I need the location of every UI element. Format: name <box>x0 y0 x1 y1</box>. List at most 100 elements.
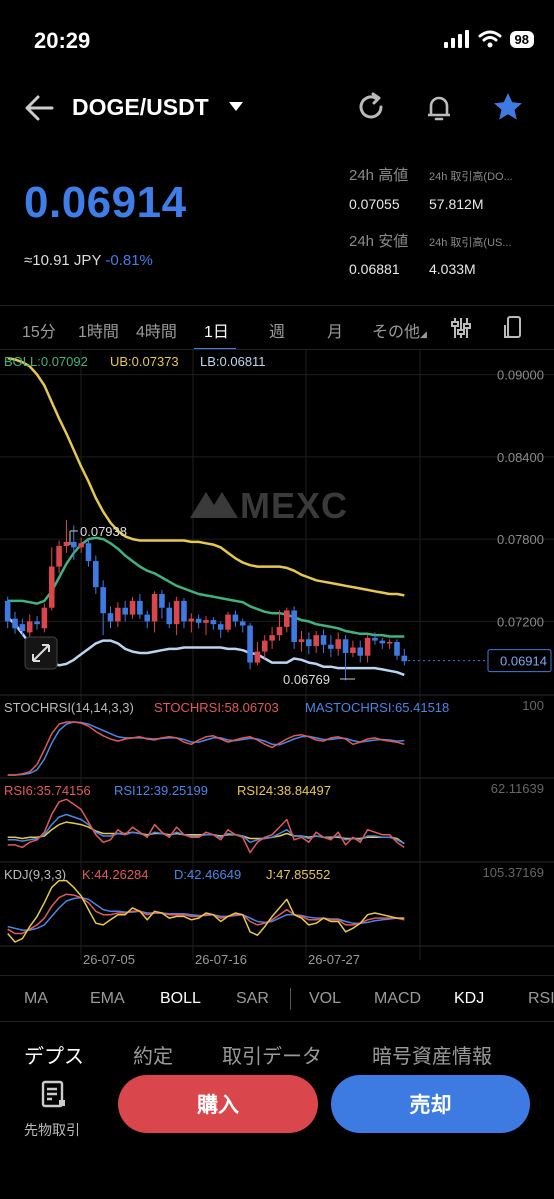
settings-sliders-icon[interactable] <box>450 316 472 340</box>
tab-trades[interactable]: 約定 <box>133 1040 173 1069</box>
candle-body <box>401 655 408 662</box>
candle-body <box>195 618 202 623</box>
buy-button[interactable]: 購入 <box>118 1075 318 1133</box>
candle-body <box>328 644 334 649</box>
sell-button[interactable]: 売却 <box>331 1075 530 1133</box>
candle-body <box>372 637 378 641</box>
kdj-params-label: KDJ(9,3,3) <box>4 867 66 882</box>
candle-body <box>261 640 268 652</box>
interval-more[interactable]: その他◢ <box>372 318 427 342</box>
price-change: -0.81% <box>105 252 153 269</box>
max-price-marker: 0.07938 <box>80 524 127 539</box>
candle-body <box>313 635 319 647</box>
candle-body <box>225 614 231 630</box>
status-bar: 20:29 98 <box>0 0 554 80</box>
indicator-macd[interactable]: MACD <box>374 990 421 1008</box>
last-price: 0.06914 <box>24 178 187 227</box>
candle-body <box>203 620 209 623</box>
indicator-ma[interactable]: MA <box>24 990 48 1008</box>
indicator-boll[interactable]: BOLL <box>160 990 201 1008</box>
kline-chart[interactable]: MEXC 0.09000 0.08400 0.07800 0.07200 BOLL:0.0… <box>0 350 554 975</box>
indicator-rsi[interactable]: RSI <box>528 990 554 1008</box>
date-tick-label: 26-07-16 <box>195 952 247 967</box>
candle-body <box>93 561 99 588</box>
price-fiat-line: ≈10.91 JPY -0.81% <box>24 252 153 269</box>
stochrsi-value: STOCHRSI:58.06703 <box>154 700 279 715</box>
candle-body <box>254 651 261 663</box>
stochrsi-line <box>7 721 405 776</box>
bell-icon[interactable] <box>422 90 456 124</box>
kdj-j-line <box>7 879 405 943</box>
candle-body <box>232 614 239 622</box>
candle-body <box>291 610 297 642</box>
info-tabs: デプス 約定 取引データ 暗号資産情報 <box>0 1022 554 1072</box>
vol-coin-value: 57.812M <box>429 196 484 212</box>
candle-body <box>386 642 393 644</box>
indicator-separator <box>290 988 291 1010</box>
candle-body <box>34 621 40 625</box>
wifi-icon <box>478 30 502 48</box>
star-favorite-icon[interactable] <box>491 90 525 124</box>
candle-body <box>56 546 62 567</box>
vol-usdt-value: 4.033M <box>429 261 476 277</box>
price-tick-label: 0.08400 <box>497 450 544 465</box>
candle-body <box>364 637 371 656</box>
high-label: 24h 高値 <box>349 167 409 184</box>
low-label: 24h 安値 <box>349 233 409 250</box>
refresh-icon[interactable] <box>354 90 388 124</box>
min-price-marker: 0.06769 <box>283 672 330 687</box>
interval-1h[interactable]: 1時間 <box>78 318 119 342</box>
rotate-screen-icon[interactable] <box>502 315 524 341</box>
candle-body <box>188 618 195 622</box>
stochrsi-params-label: STOCHRSI(14,14,3,3) <box>4 700 134 715</box>
boll-lower-label: LB:0.06811 <box>200 354 266 369</box>
candle-body <box>85 543 92 562</box>
candle-body <box>107 613 114 622</box>
futures-label: 先物取引 <box>24 1122 80 1138</box>
candle-body <box>394 642 400 656</box>
candle-body <box>41 607 48 629</box>
price-tick-label: 0.09000 <box>497 368 544 383</box>
status-icons: 98 <box>443 30 534 48</box>
interval-1d[interactable]: 1日 <box>204 318 229 342</box>
candle-body <box>210 620 217 625</box>
caret-down-icon[interactable] <box>228 100 244 112</box>
candle-body <box>4 600 11 622</box>
boll-upper-line <box>7 356 405 597</box>
rsi6-value: RSI6:35.74156 <box>4 783 91 798</box>
mastochrsi-value: MASTOCHRSI:65.41518 <box>305 700 449 715</box>
rsi-axis-label: 62.11639 <box>491 781 544 796</box>
candle-body <box>115 607 121 622</box>
candle-body <box>159 594 165 608</box>
indicator-bar: MA EMA BOLL SAR VOL MACD KDJ RSI <box>0 976 554 1022</box>
stochrsi-axis-label: 100 <box>522 698 544 713</box>
candle-body <box>181 600 187 622</box>
interval-15m[interactable]: 15分 <box>22 318 56 342</box>
tab-crypto-info[interactable]: 暗号資産情報 <box>372 1040 492 1069</box>
indicator-vol[interactable]: VOL <box>309 990 341 1008</box>
high-value: 0.07055 <box>349 196 400 212</box>
interval-4h[interactable]: 4時間 <box>136 318 177 342</box>
small-caret-icon: ◢ <box>420 329 427 339</box>
candle-body <box>350 647 356 653</box>
back-arrow-icon[interactable] <box>22 92 58 124</box>
futures-document-icon <box>41 1080 65 1108</box>
kdj-j-value: J:47.85552 <box>266 867 330 882</box>
interval-month[interactable]: 月 <box>327 318 343 342</box>
indicator-kdj[interactable]: KDJ <box>454 990 484 1008</box>
pair-title[interactable]: DOGE/USDT <box>72 94 209 121</box>
interval-week[interactable]: 週 <box>269 318 285 342</box>
indicator-sar[interactable]: SAR <box>236 990 269 1008</box>
candle-body <box>12 618 18 629</box>
indicator-ema[interactable]: EMA <box>90 990 125 1008</box>
candle-body <box>247 625 253 663</box>
candle-body <box>100 587 106 614</box>
futures-button[interactable]: 先物取引 <box>20 1078 92 1142</box>
price-tick-label: 0.07200 <box>497 614 544 629</box>
candle-body <box>239 621 246 626</box>
candle-body <box>78 543 84 548</box>
kline-chart-area[interactable]: MEXC 0.09000 0.08400 0.07800 0.07200 BOLL:0.0… <box>0 350 554 975</box>
tab-depth[interactable]: デプス <box>24 1040 84 1069</box>
candle-body <box>144 614 151 622</box>
tab-trading-data[interactable]: 取引データ <box>222 1040 322 1069</box>
